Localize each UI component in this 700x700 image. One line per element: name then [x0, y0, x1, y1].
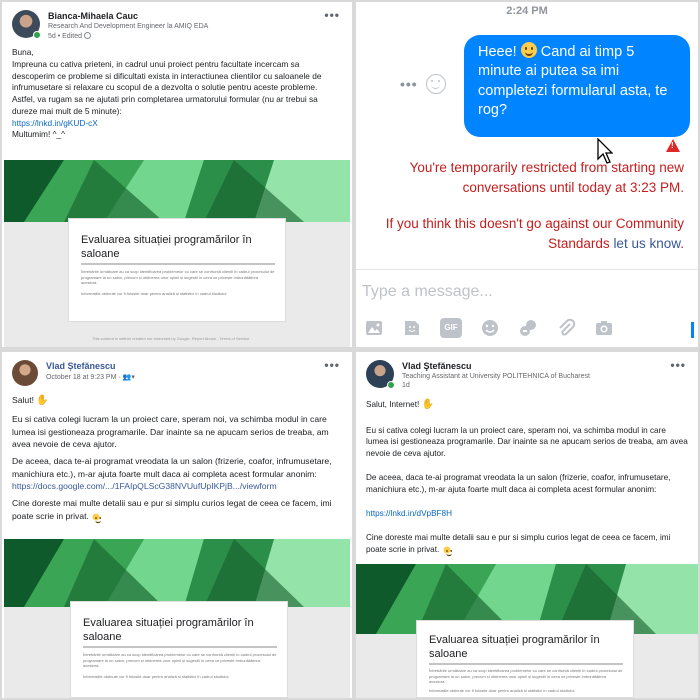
preview-note: Informațiile obținute vor fi folosite do…	[81, 291, 228, 296]
friends-icon: 👥▾	[122, 374, 135, 381]
paragraph: Eu si cativa colegi lucram la un proiect…	[12, 413, 329, 450]
paragraph: Astfel, va rugam sa ne ajutati prin comp…	[12, 94, 318, 116]
post-time: 1d	[402, 382, 410, 389]
smile-emoji-icon	[443, 546, 452, 557]
preview-title: Evaluarea situației programărilor în sal…	[429, 634, 600, 661]
post-time: 5d • Edited	[48, 33, 82, 40]
message-actions-icon[interactable]: •••	[400, 76, 418, 92]
thanks-text: Multumim! ^_^	[12, 129, 65, 140]
globe-icon	[83, 32, 91, 39]
paragraph: Impreuna cu cativa prieteni, in cadrul u…	[12, 58, 322, 93]
preview-title: Evaluarea situației programărilor în sal…	[81, 234, 252, 261]
greeting: Salut!	[12, 395, 37, 405]
divider	[81, 263, 275, 265]
sticker-icon[interactable]	[402, 318, 422, 338]
post-header: Vlad Ștefănescu October 18 at 9:23 PM · …	[12, 358, 342, 394]
form-link[interactable]: https://docs.google.com/.../1FAIpQLScG38…	[12, 481, 277, 491]
greeting: Buna,	[12, 47, 34, 57]
preview-note: Informațiile obținute vor fi folosite do…	[429, 688, 576, 693]
standards-suffix: .	[680, 235, 684, 251]
smile-emoji-icon	[520, 42, 537, 58]
form-card: Evaluarea situației programărilor în sal…	[68, 218, 286, 322]
gif-icon[interactable]: GIF	[440, 318, 462, 338]
post-header: Vlad Ştefănescu Teaching Assistant at Un…	[366, 358, 688, 394]
linkedin-post-vlad: Vlad Ştefănescu Teaching Assistant at Un…	[356, 352, 698, 698]
linkedin-post-bianca: Bianca-Mihaela Cauc Research And Develop…	[2, 2, 352, 347]
paragraph: De aceea, daca te-ai programat vreodata …	[366, 473, 671, 495]
more-options-icon[interactable]: •••	[324, 358, 340, 372]
preview-footer: This content is neither created nor endo…	[92, 336, 250, 341]
message-timestamp: 2:24 PM	[506, 5, 548, 17]
form-card: Evaluarea situației programărilor în sal…	[70, 601, 288, 698]
waving-hand-icon: ✋	[421, 399, 434, 410]
sent-message-bubble[interactable]: Heee! Cand ai timp 5 minute ai putea sa …	[464, 35, 690, 137]
game-icon[interactable]	[518, 318, 538, 338]
divider	[429, 663, 623, 665]
paragraph: De aceea, daca te-ai programat vreodata …	[12, 455, 332, 479]
post-meta: 1d	[402, 382, 410, 389]
form-card: Evaluarea situației programărilor în sal…	[416, 620, 634, 698]
more-options-icon[interactable]: •••	[670, 358, 686, 372]
avatar[interactable]	[12, 360, 38, 386]
post-meta: October 18 at 9:23 PM · 👥▾	[46, 373, 135, 381]
form-link[interactable]: https://lnkd.in/gKUD-cX	[12, 118, 98, 128]
composer-toolbar: GIF	[364, 318, 690, 340]
camera-icon[interactable]	[594, 318, 614, 338]
link-preview[interactable]: Evaluarea situației programărilor în sal…	[4, 539, 350, 698]
divider	[83, 646, 277, 648]
message-text: Heee!	[478, 44, 521, 60]
waving-hand-icon: ✋	[36, 395, 49, 406]
paragraph: Cine doreste mai multe detalii sau e pur…	[366, 532, 671, 554]
link-preview[interactable]: Evaluarea situației programărilor în sal…	[4, 160, 350, 347]
author-name[interactable]: Bianca-Mihaela Cauc	[48, 11, 138, 21]
paragraph: Cine doreste mai multe detalii sau e pur…	[12, 498, 332, 521]
react-emoji-icon[interactable]	[426, 74, 446, 94]
post-body: Buna, Impreuna cu cativa prieteni, in ca…	[12, 47, 342, 141]
form-link[interactable]: https://lnkd.in/dVpBF8H	[366, 509, 452, 518]
author-headline: Teaching Assistant at University POLITEH…	[402, 373, 590, 380]
greeting: Salut, Internet!	[366, 400, 422, 409]
author-name[interactable]: Vlad Ştefănescu	[402, 361, 472, 371]
message-input[interactable]: Type a message...	[362, 283, 493, 301]
divider	[356, 269, 698, 270]
paragraph: Eu si cativa colegi lucram la un proiect…	[366, 425, 688, 459]
messenger-conversation: 2:24 PM ••• Heee! Cand ai timp 5 minute …	[356, 2, 698, 347]
author-name[interactable]: Vlad Ștefănescu	[46, 361, 116, 371]
photo-icon[interactable]	[364, 318, 384, 338]
smile-emoji-icon	[92, 513, 102, 524]
preview-description: Întrebările următoare au ca scop identif…	[81, 269, 275, 286]
post-meta: 5d • Edited	[48, 32, 91, 40]
let-us-know-link[interactable]: let us know	[613, 236, 680, 251]
post-body: Salut, Internet! ✋ Eu si cativa colegi l…	[366, 398, 688, 557]
post-time: October 18 at 9:23 PM ·	[46, 374, 123, 381]
scroll-indicator	[691, 322, 694, 338]
preview-title: Evaluarea situației programărilor în sal…	[83, 617, 254, 644]
author-headline: Research And Development Engineer la AMI…	[48, 23, 209, 30]
emoji-icon[interactable]	[480, 318, 500, 338]
link-preview[interactable]: Evaluarea situației programărilor în sal…	[356, 564, 698, 698]
restriction-notice: You're temporarily restricted from start…	[409, 160, 684, 195]
more-options-icon[interactable]: •••	[324, 8, 340, 22]
preview-description: Întrebările următoare au ca scop identif…	[83, 652, 277, 669]
post-header: Bianca-Mihaela Cauc Research And Develop…	[12, 8, 342, 44]
attachment-icon[interactable]	[556, 318, 576, 338]
post-body: Salut! ✋ Eu si cativa colegi lucram la u…	[12, 394, 342, 524]
online-status-icon	[33, 31, 41, 39]
preview-description: Întrebările următoare au ca scop identif…	[429, 668, 623, 685]
warning-icon: !	[666, 139, 680, 152]
online-status-icon	[387, 381, 395, 389]
preview-note: Informațiile obținute vor fi folosite do…	[83, 674, 230, 679]
facebook-post-vlad: Vlad Ștefănescu October 18 at 9:23 PM · …	[2, 352, 352, 698]
community-standards-notice: If you think this doesn't go against our…	[366, 214, 684, 253]
